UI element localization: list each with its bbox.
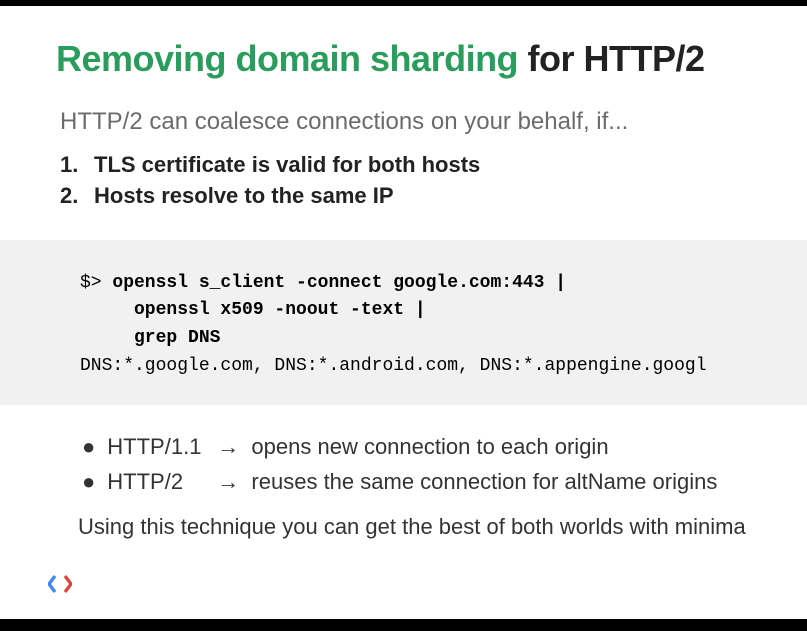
subtitle: HTTP/2 can coalesce connections on your … — [0, 80, 807, 136]
google-developers-logo-icon — [48, 572, 72, 601]
bullets-list: ● HTTP/1.1→ opens new connection to each… — [0, 405, 807, 499]
bullet-dot: ● — [82, 464, 95, 499]
condition-number: 1. — [60, 150, 94, 181]
code-output: DNS:*.google.com, DNS:*.android.com, DNS… — [80, 356, 707, 376]
conditions-list: 1.TLS certificate is valid for both host… — [0, 136, 807, 212]
bullet-protocol: HTTP/2 — [107, 464, 211, 499]
code-block: $> openssl s_client -connect google.com:… — [0, 240, 807, 406]
title-rest: for HTTP/2 — [518, 38, 705, 79]
condition-text: Hosts resolve to the same IP — [94, 183, 394, 208]
bullet-text: reuses the same connection for altName o… — [251, 469, 717, 494]
condition-number: 2. — [60, 181, 94, 212]
bullet-dot: ● — [82, 429, 95, 464]
bullet-protocol: HTTP/1.1 — [107, 429, 211, 464]
condition-text: TLS certificate is valid for both hosts — [94, 152, 480, 177]
arrow-icon: → — [217, 469, 239, 494]
title-highlighted: Removing domain sharding — [56, 38, 518, 79]
code-prompt: $> — [80, 273, 112, 293]
condition-item: 2.Hosts resolve to the same IP — [60, 181, 807, 212]
code-command: openssl x509 -noout -text | — [80, 300, 426, 320]
bullet-item: ● HTTP/2→ reuses the same connection for… — [82, 464, 807, 499]
code-command: grep DNS — [80, 328, 220, 348]
bullet-item: ● HTTP/1.1→ opens new connection to each… — [82, 429, 807, 464]
footnote: Using this technique you can get the bes… — [0, 500, 807, 540]
condition-item: 1.TLS certificate is valid for both host… — [60, 150, 807, 181]
code-command: openssl s_client -connect google.com:443… — [112, 273, 566, 293]
slide-title: Removing domain sharding for HTTP/2 — [0, 6, 807, 80]
arrow-icon: → — [217, 434, 239, 459]
slide: Removing domain sharding for HTTP/2 HTTP… — [0, 6, 807, 619]
bullet-text: opens new connection to each origin — [251, 434, 608, 459]
